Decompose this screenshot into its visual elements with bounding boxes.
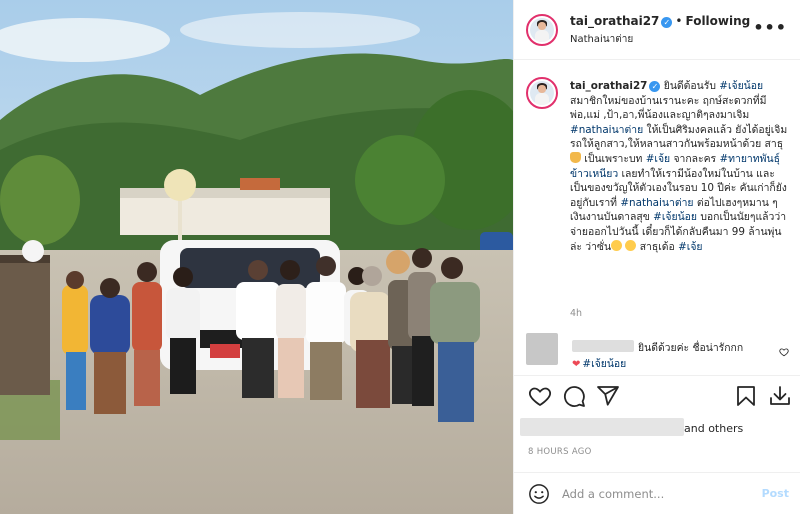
post-comment-button[interactable]: Post [762, 487, 789, 500]
caption-text: สาธุเด้อ [636, 240, 679, 253]
group-photo-image [0, 0, 513, 514]
author-avatar[interactable] [526, 14, 558, 46]
download-icon[interactable] [768, 384, 792, 408]
post-side-panel: tai_orathai27 ✓ • Following Nathaiนาต่าย ••… [513, 0, 800, 514]
post-location[interactable]: Nathaiนาต่าย [570, 32, 633, 47]
laughing-emoji-icon [625, 239, 637, 251]
caption-author-avatar[interactable] [526, 77, 558, 109]
hashtag-link[interactable]: #เจ้ย [678, 241, 702, 253]
commenter-username-redacted [572, 340, 634, 352]
header-user-line: tai_orathai27 ✓ • Following [570, 14, 750, 28]
caption-text: สมาชิกใหม่ของบ้านเรานะคะ ฤกษ์สะดวกที่มี … [570, 94, 767, 122]
hashtag-link[interactable]: #เจ้ย [646, 153, 670, 165]
likes-row: and others [514, 415, 800, 439]
separator-dot: • [675, 14, 683, 28]
caption-text: ยินดีต้อนรับ [660, 80, 720, 92]
comment-text: ยินดีด้วยค่ะ ชื่อน่ารักกก [638, 342, 744, 354]
post-caption: tai_orathai27 ✓ ยินดีต้อนรับ #เจ้ยน้อย สม… [570, 79, 792, 254]
verified-badge-icon: ✓ [661, 17, 673, 28]
post-timestamp[interactable]: 8 HOURS AGO [528, 447, 592, 457]
author-username[interactable]: tai_orathai27 [570, 14, 659, 28]
liked-by-redacted [520, 418, 684, 436]
hashtag-link[interactable]: #เจ้ยน้อย [653, 211, 697, 223]
comment-hashtag-line: ❤ #เจ้ยน้อย [572, 355, 626, 372]
post-action-bar [514, 375, 800, 415]
comment-like-heart-icon[interactable] [779, 347, 789, 360]
caption-text: เป็นเพราะบท [581, 152, 646, 165]
hashtag-link[interactable]: #nathaiนาต่าย [570, 124, 643, 136]
bookmark-icon[interactable] [734, 384, 758, 408]
commenter-avatar[interactable] [526, 333, 558, 365]
share-paper-plane-icon[interactable] [596, 384, 620, 408]
comment-input[interactable] [562, 484, 747, 504]
emoji-picker-icon[interactable] [528, 483, 550, 505]
hashtag-link[interactable]: #เจ้ยน้อย [719, 80, 763, 92]
likes-and-others-link[interactable]: and others [684, 422, 743, 435]
post-header: tai_orathai27 ✓ • Following Nathaiนาต่าย ••… [514, 0, 800, 60]
caption-username[interactable]: tai_orathai27 [570, 80, 647, 92]
more-options-icon[interactable]: ••• [753, 20, 787, 36]
hashtag-link[interactable]: #nathaiนาต่าย [620, 197, 693, 209]
like-heart-icon[interactable] [528, 384, 552, 408]
red-heart-emoji-icon: ❤ [572, 359, 581, 370]
comment-hashtag-link[interactable]: #เจ้ยน้อย [582, 358, 626, 370]
comment-bubble-icon[interactable] [562, 384, 586, 408]
comments-section: tai_orathai27 ✓ ยินดีต้อนรับ #เจ้ยน้อย สม… [514, 61, 800, 375]
post-photo[interactable] [0, 0, 513, 514]
add-comment-bar: Post [514, 472, 800, 514]
following-button[interactable]: Following [685, 14, 750, 28]
caption-verified-badge-icon: ✓ [649, 81, 661, 92]
praying-hands-emoji-icon [570, 151, 581, 163]
caption-time-ago[interactable]: 4h [570, 308, 582, 319]
caption-text: จากละคร [670, 152, 720, 165]
smiling-emoji-icon [611, 239, 623, 251]
